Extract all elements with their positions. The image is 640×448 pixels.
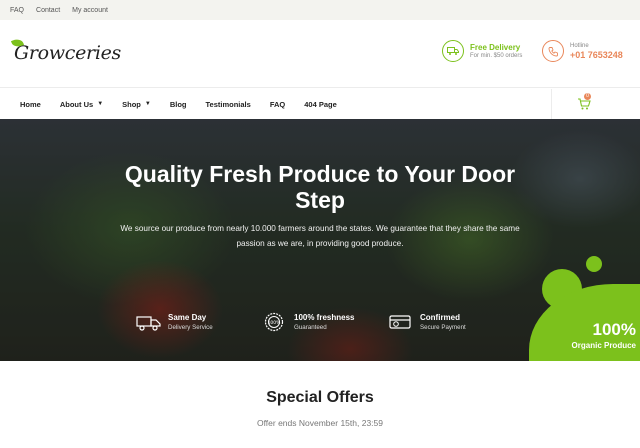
section-subtitle: Offer ends November 15th, 23:59	[256, 418, 383, 428]
nav-label: FAQ	[269, 99, 286, 109]
delivery-subtitle: For min. $50 orders	[470, 53, 523, 59]
nav-label: Home	[20, 99, 41, 109]
top-bar: FAQ Contact My account	[0, 0, 640, 20]
header: Growceries Free Delivery For min. $50 or…	[0, 20, 640, 88]
feature-subtitle: Delivery Service	[168, 324, 213, 331]
nav-label: Blog	[169, 99, 187, 109]
nav-item-testimonials[interactable]: Testimonials	[206, 100, 251, 109]
free-delivery-info: Free Delivery For min. $50 orders	[442, 40, 522, 62]
nav-label: Testimonials	[205, 99, 251, 109]
cart-count-badge: 0	[584, 93, 591, 100]
nav-divider	[551, 89, 552, 119]
organic-label: Organic Produce	[571, 341, 636, 350]
hero-banner: Quality Fresh Produce to Your Door Step …	[0, 119, 640, 361]
organic-badge: 100% Organic Produce	[540, 320, 636, 350]
nav-item-404[interactable]: 404 Page	[304, 100, 337, 109]
topbar-link-account[interactable]: My account	[72, 7, 108, 14]
badge-icon: 100%	[264, 312, 284, 332]
feature-title: Same Day	[168, 313, 207, 322]
nav-label: 404 Page	[304, 99, 337, 109]
nav-item-blog[interactable]: Blog	[170, 100, 187, 109]
logo[interactable]: Growceries	[10, 37, 122, 68]
hotline-label: Hotline	[570, 42, 589, 49]
delivery-icon	[442, 40, 464, 62]
feature-freshness: 100% 100% freshness Guaranteed	[262, 312, 354, 332]
decorative-dot	[586, 256, 602, 272]
nav-item-about[interactable]: About Us ▼	[60, 100, 103, 109]
card-icon	[389, 315, 411, 329]
feature-subtitle: Secure Payment	[420, 324, 466, 331]
hero-description: We source our produce from nearly 10.000…	[120, 224, 520, 248]
main-nav: Home About Us ▼ Shop ▼ Blog Testimonials F…	[0, 89, 640, 119]
svg-text:100%: 100%	[268, 320, 282, 326]
section-title: Special Offers	[266, 389, 374, 406]
chevron-down-icon: ▼	[97, 101, 104, 107]
nav-label: Shop	[122, 99, 141, 109]
feature-same-day: Same Day Delivery Service	[136, 312, 213, 332]
hotline-info: Hotline +01 7653248	[542, 40, 623, 62]
nav-label: About Us	[59, 99, 94, 109]
chevron-down-icon: ▼	[144, 101, 151, 107]
organic-percent: 100%	[592, 320, 636, 339]
nav-item-shop[interactable]: Shop ▼	[122, 100, 151, 109]
feature-title: 100% freshness	[294, 313, 355, 322]
topbar-link-contact[interactable]: Contact	[36, 7, 60, 14]
hotline-number[interactable]: +01 7653248	[570, 50, 623, 60]
nav-item-home[interactable]: Home	[20, 100, 41, 109]
feature-confirmed: Confirmed Secure Payment	[388, 312, 466, 332]
topbar-link-faq[interactable]: FAQ	[10, 7, 24, 14]
phone-icon	[542, 40, 564, 62]
feature-title: Confirmed	[420, 313, 460, 322]
feature-subtitle: Guaranteed	[294, 324, 327, 331]
hero-title: Quality Fresh Produce to Your Door Step	[124, 161, 516, 213]
nav-item-faq[interactable]: FAQ	[270, 100, 285, 109]
logo-text: Growceries	[14, 42, 122, 64]
truck-icon	[136, 316, 161, 331]
delivery-title: Free Delivery	[470, 43, 521, 52]
